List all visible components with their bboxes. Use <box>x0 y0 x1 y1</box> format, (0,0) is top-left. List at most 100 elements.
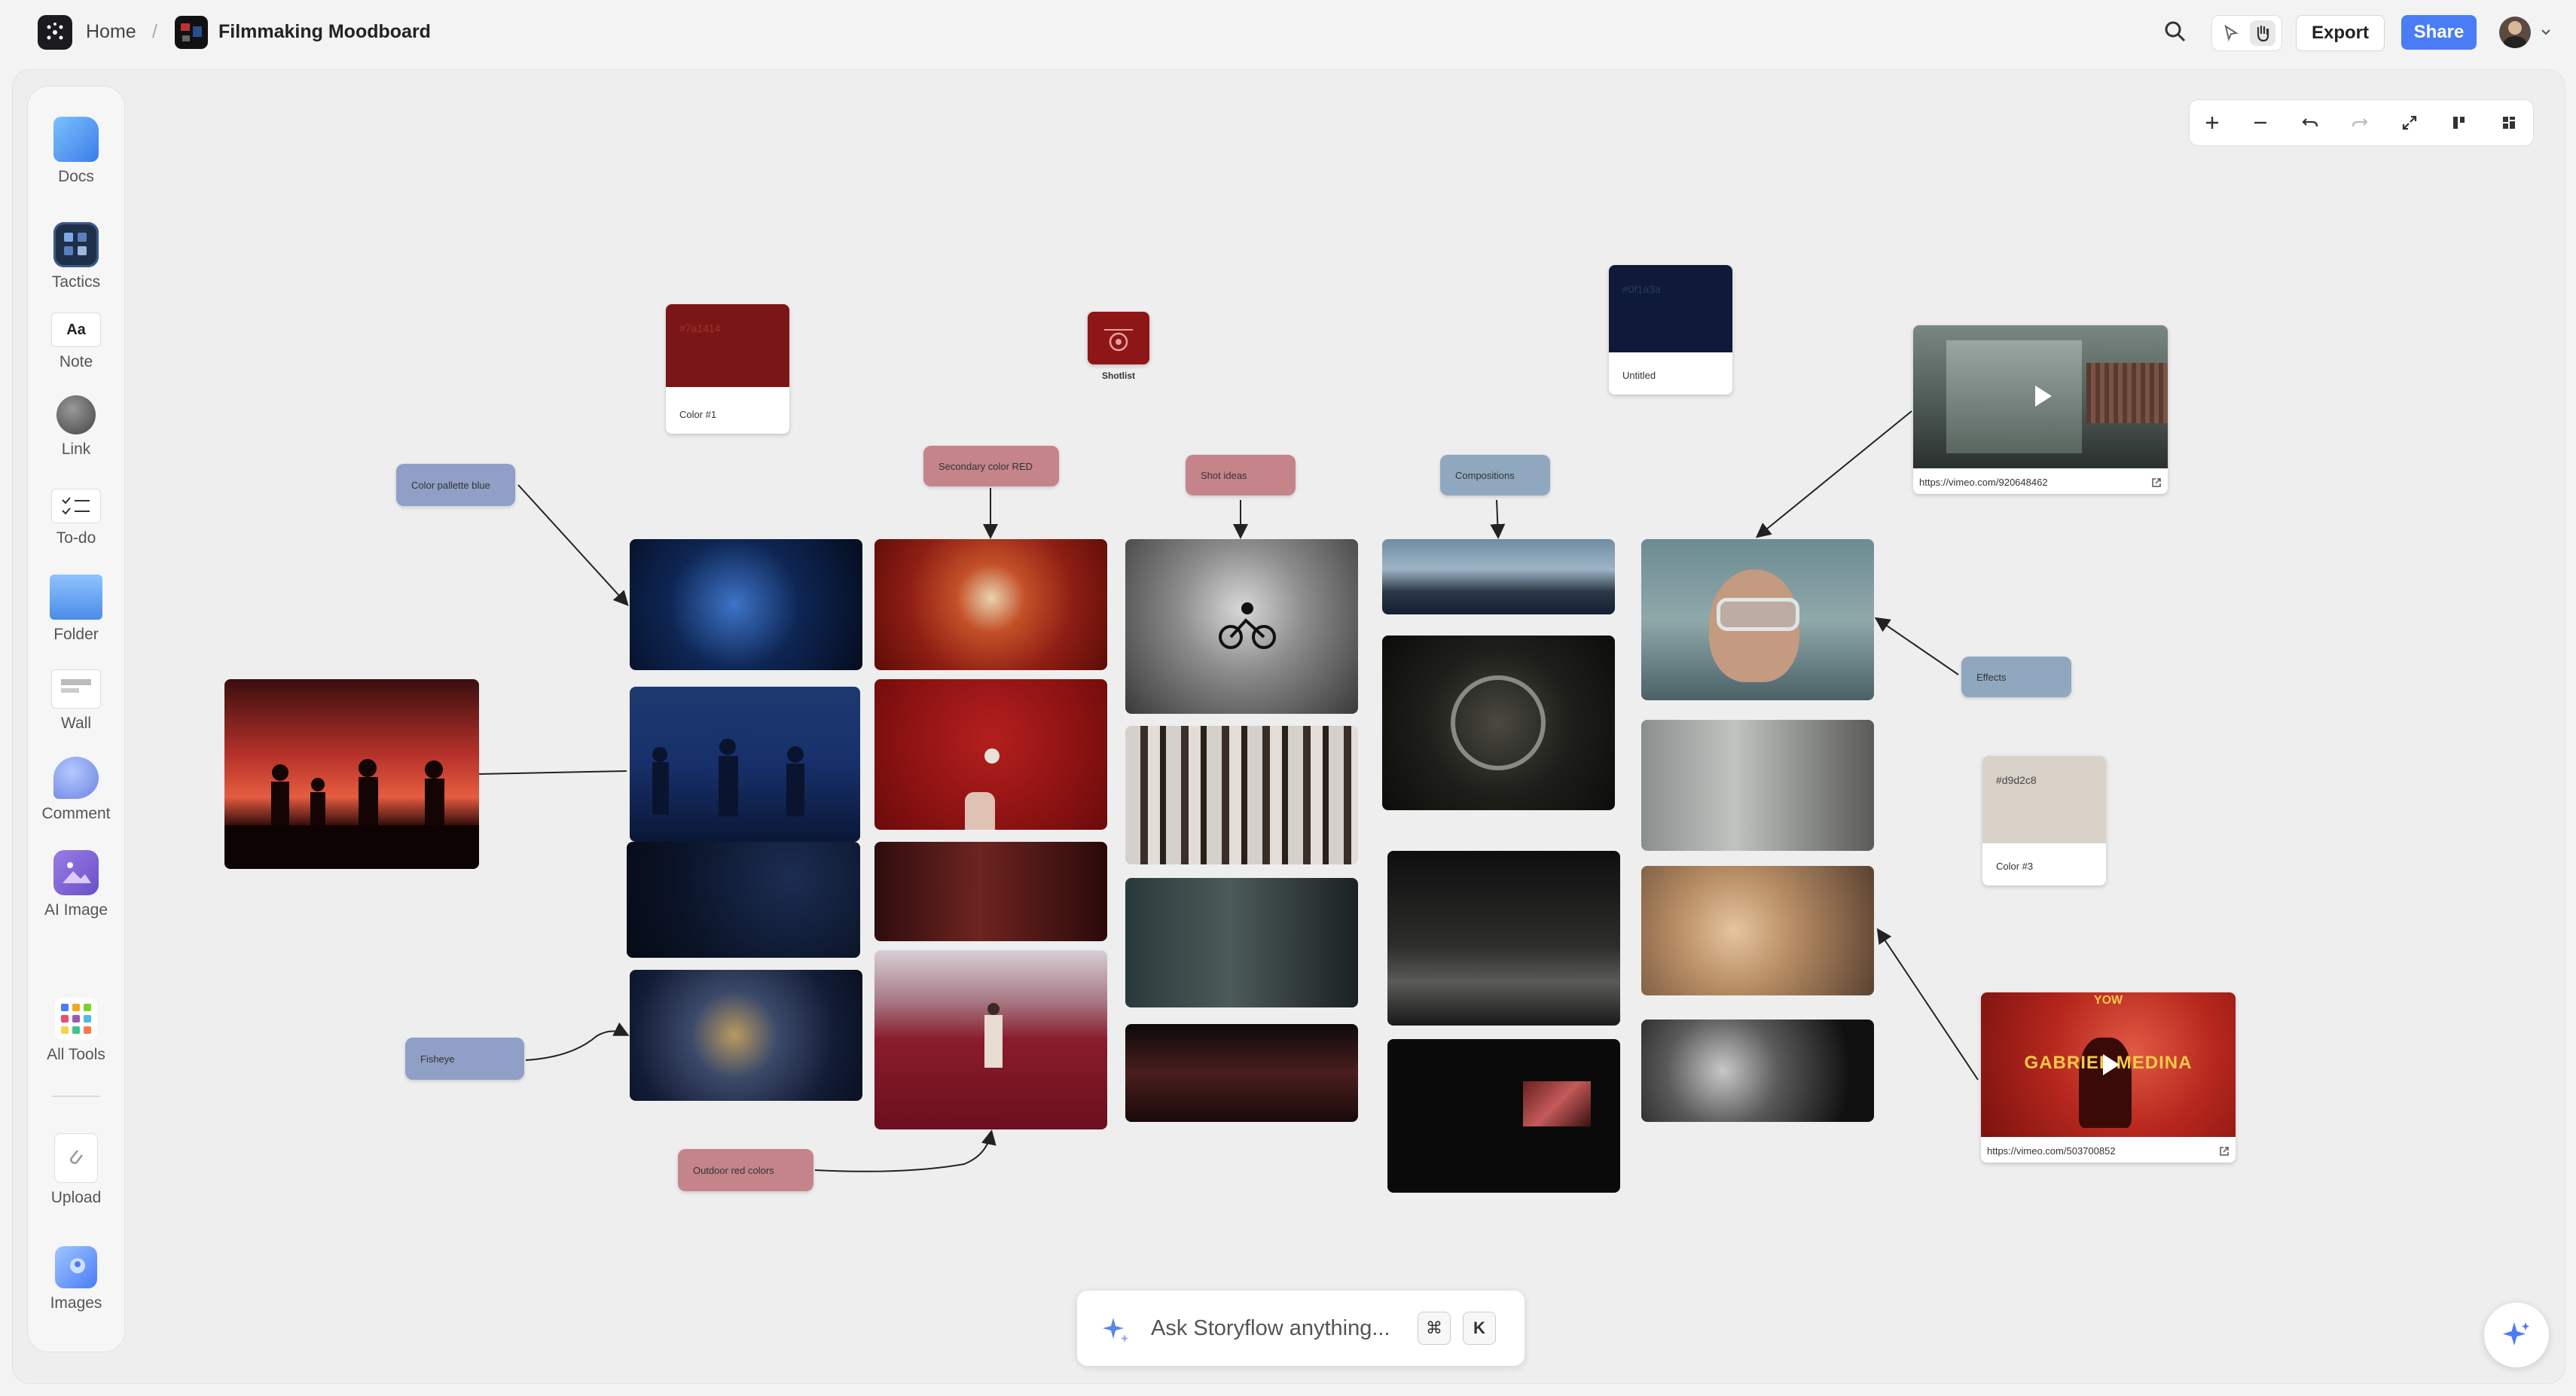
circle-window-image[interactable] <box>1382 636 1615 810</box>
tool-comment-label: Comment <box>41 805 111 822</box>
share-button[interactable]: Share <box>2401 15 2477 50</box>
red-room-figures-image[interactable] <box>874 842 1107 941</box>
ai-image-icon <box>53 850 99 895</box>
parking-garage-image[interactable] <box>1387 851 1620 1026</box>
dark-room-screen-image[interactable] <box>1387 1039 1620 1193</box>
undo-icon[interactable] <box>2288 100 2333 145</box>
double-exposure-image[interactable] <box>1641 866 1874 995</box>
layout-grid-icon[interactable] <box>2486 100 2532 145</box>
tool-wall-label: Wall <box>60 715 92 732</box>
dark-red-hall-image[interactable] <box>1125 1024 1358 1122</box>
tool-upload[interactable]: Upload <box>28 1133 124 1207</box>
color-swatch-1[interactable]: #7a1414 Color #1 <box>666 304 789 434</box>
forest-bike-image[interactable] <box>1125 539 1358 714</box>
shotlist-item[interactable] <box>1088 312 1149 364</box>
play-icon[interactable] <box>2035 386 2052 407</box>
redo-icon[interactable] <box>2337 100 2382 145</box>
ask-storyflow-bar[interactable]: Ask Storyflow anything... ⌘ K <box>1077 1291 1525 1366</box>
swatch-name: Color #1 <box>679 409 717 420</box>
ask-input[interactable]: Ask Storyflow anything... <box>1151 1316 1390 1341</box>
fisheye-portrait-image[interactable] <box>630 970 862 1101</box>
video-thumbnail <box>1913 325 2168 468</box>
label-secondary-color-red[interactable]: Secondary color RED <box>923 446 1059 486</box>
tool-link[interactable]: Link <box>28 395 124 459</box>
images-icon <box>55 1246 97 1288</box>
silhouettes-red-sky-image[interactable] <box>224 679 479 869</box>
video-embed-2[interactable]: YOW GABRIEL MEDINA https://vimeo.com/503… <box>1981 992 2236 1163</box>
tool-tactics-label: Tactics <box>51 273 101 291</box>
toolbar-divider <box>52 1096 100 1097</box>
breadcrumb-separator: / <box>152 21 157 42</box>
top-bar: Home / Filmmaking Moodboard Export Share <box>0 0 2576 65</box>
video-thumbnail: YOW GABRIEL MEDINA <box>1981 992 2236 1137</box>
two-men-portrait-image[interactable] <box>1641 720 1874 851</box>
board-title[interactable]: Filmmaking Moodboard <box>218 21 431 43</box>
folder-icon <box>50 575 102 620</box>
night-sky-trees-image[interactable] <box>627 842 860 958</box>
color-swatch-3[interactable]: #d9d2c8 Color #3 <box>1982 756 2106 885</box>
board-thumbnail <box>175 16 208 49</box>
fit-screen-icon[interactable] <box>2387 100 2432 145</box>
sparkle-icon <box>2499 1318 2534 1352</box>
tool-all-tools[interactable]: All Tools <box>28 998 124 1064</box>
tool-images[interactable]: Images <box>28 1246 124 1312</box>
ai-assistant-button[interactable] <box>2484 1303 2549 1367</box>
external-link-icon[interactable] <box>2151 477 2162 488</box>
pagoda-roof-image[interactable] <box>1382 539 1615 614</box>
upload-icon <box>54 1133 98 1183</box>
pointer-icon[interactable] <box>2221 23 2241 43</box>
label-compositions[interactable]: Compositions <box>1440 455 1550 495</box>
chevron-down-icon[interactable] <box>2540 26 2552 38</box>
swatch-fill <box>1982 756 2106 843</box>
label-outdoor-red-colors[interactable]: Outdoor red colors <box>678 1149 813 1191</box>
layout-columns-icon[interactable] <box>2437 100 2482 145</box>
tool-docs[interactable]: Docs <box>28 117 124 186</box>
tool-docs-label: Docs <box>58 168 94 185</box>
tool-tactics[interactable]: Tactics <box>28 222 124 291</box>
external-link-icon[interactable] <box>2219 1146 2230 1157</box>
canvas-controls <box>2189 99 2534 146</box>
red-field-dancer-image[interactable] <box>874 950 1107 1129</box>
arches-portrait-image[interactable] <box>1125 878 1358 1007</box>
app-logo-icon[interactable] <box>38 15 72 50</box>
tool-comment[interactable]: Comment <box>28 757 124 823</box>
color-swatch-2[interactable]: #0f1a3a Untitled <box>1609 265 1732 395</box>
zoom-in-icon[interactable] <box>2190 100 2235 145</box>
tool-folder[interactable]: Folder <box>28 575 124 644</box>
crowd-white-shirts-image[interactable] <box>1125 726 1358 864</box>
tool-ai-image[interactable]: AI Image <box>28 850 124 919</box>
tool-folder-label: Folder <box>53 626 99 643</box>
play-icon[interactable] <box>2103 1054 2120 1075</box>
video-embed-1[interactable]: https://vimeo.com/920648462 <box>1913 325 2168 494</box>
red-lantern-image[interactable] <box>874 539 1107 670</box>
video-url[interactable]: https://vimeo.com/503700852 <box>1987 1145 2116 1157</box>
note-icon: Aa <box>51 312 101 347</box>
tool-wall[interactable]: Wall <box>28 669 124 733</box>
shotlist-icon <box>1101 324 1136 354</box>
zoom-out-icon[interactable] <box>2238 100 2283 145</box>
search-icon[interactable] <box>2162 18 2189 45</box>
blue-silhouettes-image[interactable] <box>630 687 860 842</box>
swatch-hex: #0f1a3a <box>1622 283 1661 295</box>
tool-todo[interactable]: To-do <box>28 489 124 547</box>
swatch-name: Color #3 <box>1996 861 2034 872</box>
motion-blur-dancer-image[interactable] <box>1641 1020 1874 1122</box>
swatch-hex: #7a1414 <box>679 322 721 334</box>
breadcrumb-home[interactable]: Home <box>86 21 136 43</box>
export-button[interactable]: Export <box>2296 15 2385 51</box>
goggles-portrait-image[interactable] <box>1641 539 1874 700</box>
link-icon <box>56 395 96 434</box>
blue-desk-lamp-image[interactable] <box>630 539 862 670</box>
tool-note-label: Note <box>59 353 93 370</box>
red-table-hand-image[interactable] <box>874 679 1107 830</box>
hand-icon[interactable] <box>2250 20 2275 46</box>
avatar[interactable] <box>2499 17 2531 48</box>
label-fisheye[interactable]: Fisheye <box>405 1038 524 1080</box>
tool-note[interactable]: Aa Note <box>28 312 124 371</box>
video-url[interactable]: https://vimeo.com/920648462 <box>1919 477 2048 488</box>
label-color-pallette-blue[interactable]: Color pallette blue <box>396 464 515 506</box>
label-effects[interactable]: Effects <box>1961 657 2071 697</box>
label-shot-ideas[interactable]: Shot ideas <box>1186 455 1296 495</box>
sparkle-icon <box>1100 1313 1133 1346</box>
tool-all-tools-label: All Tools <box>47 1046 105 1063</box>
